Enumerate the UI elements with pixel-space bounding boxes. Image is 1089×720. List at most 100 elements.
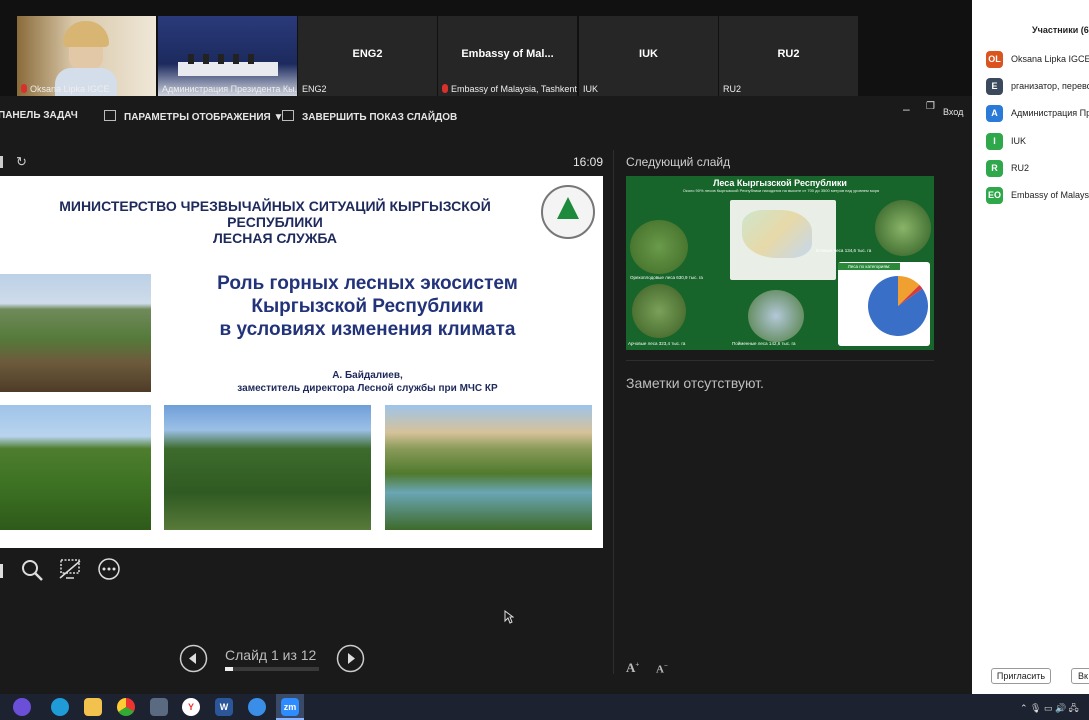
slide-counter: Слайд 1 из 12 [225,647,317,663]
slide-title-line-2: Кыргызской Республики [251,296,484,317]
author-name: А. Байдалиев, [332,370,403,381]
category-pie-panel: Леса по категориям: [838,262,930,346]
ministry-line-1: МИНИСТЕРСТВО ЧРЕЗВЫЧАЙНЫХ СИТУАЦИЙ КЫРГЫ… [59,198,491,230]
forested-mountains-photo [164,405,371,530]
chrome-icon[interactable] [117,698,135,716]
reset-timer-icon[interactable]: ↻ [16,154,27,170]
end-show-icon [282,110,294,121]
mountain-river-photo [385,405,592,530]
avatar: OL [986,51,1003,68]
slide-title: Роль горных лесных экосистем Кыргызской … [200,272,535,341]
video-name: IUK [639,48,658,60]
video-tile-administration[interactable]: Администрация Президента Кы... [158,16,297,96]
label-juniper: Арчовые леса 323,4 тыс. га [628,341,686,346]
video-caption: IUK [583,84,599,94]
slide-title-line-3: в условиях изменения климата [219,319,516,340]
app-icon[interactable] [248,698,266,716]
label-walnut: Орехоплодовые леса 630,9 тыс. га [630,275,703,280]
display-icon [104,110,116,121]
participants-header: Участники (6) [1032,25,1089,35]
video-strip: Oksana Lipka IGCE Администрация Президен… [0,0,972,96]
video-caption: ENG2 [302,84,327,94]
kyrgyzstan-map [730,200,836,280]
end-slideshow-button[interactable]: ЗАВЕРШИТЬ ПОКАЗ СЛАЙДОВ [282,110,457,123]
slide-progress-fill [225,667,233,671]
video-caption: RU2 [723,84,742,94]
label-spruce: Еловые леса 134,6 тыс. га [816,248,872,253]
cortana-icon[interactable] [13,698,31,716]
next-slide-label: Следующий слайд [626,155,731,169]
video-tile-ru2[interactable]: RU2 RU2 [719,16,858,96]
next-slide-subtitle: Около 90% лесов Кыргызской Республики на… [682,188,880,193]
video-caption: Администрация Президента Кы... [162,84,297,94]
slide-progress-track [225,667,319,671]
participant-item[interactable]: A Администрация Пре [986,105,1089,122]
participant-item[interactable]: I IUK [986,133,1089,150]
video-name: Embassy of Mal... [461,48,554,60]
slide-title-line-1: Роль горных лесных экосистем [217,273,518,294]
display-settings-label: ПАРАМЕТРЫ ОТОБРАЖЕНИЯ ▼ [124,112,284,123]
exit-button[interactable]: Вход [943,107,963,117]
video-caption: Embassy of Malaysia, Tashkent [451,84,577,94]
mic-off-icon [21,84,27,93]
taskbar-button[interactable]: ПАНЕЛЬ ЗАДАЧ [0,110,78,121]
file-explorer-icon[interactable] [84,698,102,716]
current-slide[interactable]: МИНИСТЕРСТВО ЧРЕЗВЫЧАЙНЫХ СИТУАЦИЙ КЫРГЫ… [0,176,603,548]
screen-blackout-icon[interactable] [58,557,82,581]
increase-font-icon[interactable]: A+ [626,660,639,676]
video-name: RU2 [777,48,800,60]
pen-tool-icon[interactable] [0,564,3,578]
participant-item[interactable]: EO Embassy of Malaysi [986,187,1089,204]
ministry-heading: МИНИСТЕРСТВО ЧРЕЗВЫЧАЙНЫХ СИТУАЦИЙ КЫРГЫ… [10,198,540,246]
invite-button[interactable]: Пригласить [991,668,1051,684]
system-tray[interactable]: ⌃ 🎙 ▭ 🔊 🖧 [1020,701,1079,717]
mouse-cursor-icon [504,610,514,624]
participant-name: IUK [1011,135,1027,146]
floodplain-forest-photo [748,290,804,342]
green-hills-photo [0,405,151,530]
zoom-icon: zm [281,698,299,716]
participants-panel: Участники (6) OL Oksana Lipka IGCE ( Eрга… [972,0,1089,694]
plane-app-icon[interactable] [150,698,168,716]
display-settings-button[interactable]: ПАРАМЕТРЫ ОТОБРАЖЕНИЯ ▼ [104,110,283,123]
word-icon[interactable]: W [215,698,233,716]
mic-off-icon [442,84,448,93]
restore-icon[interactable]: ❐ [926,101,935,112]
zoom-taskbar-item[interactable]: zm [276,694,304,720]
edge-icon[interactable] [51,698,69,716]
ministry-line-2: ЛЕСНАЯ СЛУЖБА [212,230,338,246]
avatar: I [986,133,1003,150]
next-slide-button[interactable] [336,644,365,673]
notes-divider [626,360,934,361]
windows-taskbar: Y W zm ⌃ 🎙 ▭ 🔊 🖧 [0,694,1089,720]
label-floodplain: Пойменные леса 142,6 тыс. га [732,341,796,346]
avatar: EO [986,187,1003,204]
video-tile-eng2[interactable]: ENG2 ENG2 [298,16,437,96]
video-tile-embassy[interactable]: Embassy of Mal... Embassy of Malaysia, T… [438,16,577,96]
walnut-forest-photo [630,220,688,274]
avatar: R [986,160,1003,177]
participant-item[interactable]: Eрганизатор, перево [986,78,1089,95]
magnify-icon[interactable] [20,558,44,582]
minimize-icon[interactable]: – [903,102,910,116]
video-tile-iuk[interactable]: IUK IUK [579,16,718,96]
video-tile-oksana[interactable]: Oksana Lipka IGCE [17,16,156,96]
participant-name: рганизатор, перево [1011,80,1089,91]
next-slide-title: Леса Кыргызской Республики [713,178,847,188]
timer: 16:09 [573,155,604,169]
next-slide-preview[interactable]: Леса Кыргызской Республики Около 90% лес… [626,176,934,350]
author-position: заместитель директора Лесной службы при … [237,383,498,394]
avatar: E [986,78,1003,95]
yandex-icon[interactable]: Y [182,698,200,716]
decrease-font-icon[interactable]: A− [656,662,668,676]
previous-slide-button[interactable] [179,644,208,673]
participant-name: RU2 [1011,162,1030,173]
participant-name: Администрация Пре [1011,107,1089,118]
pen-indicator [0,156,3,168]
pane-divider [613,150,614,674]
mute-all-button[interactable]: Вк [1071,668,1089,684]
label-categories: Леса по категориям: [838,263,900,270]
participant-item[interactable]: OL Oksana Lipka IGCE ( [986,51,1089,68]
more-options-icon[interactable] [97,557,121,581]
participant-item[interactable]: R RU2 [986,160,1089,177]
